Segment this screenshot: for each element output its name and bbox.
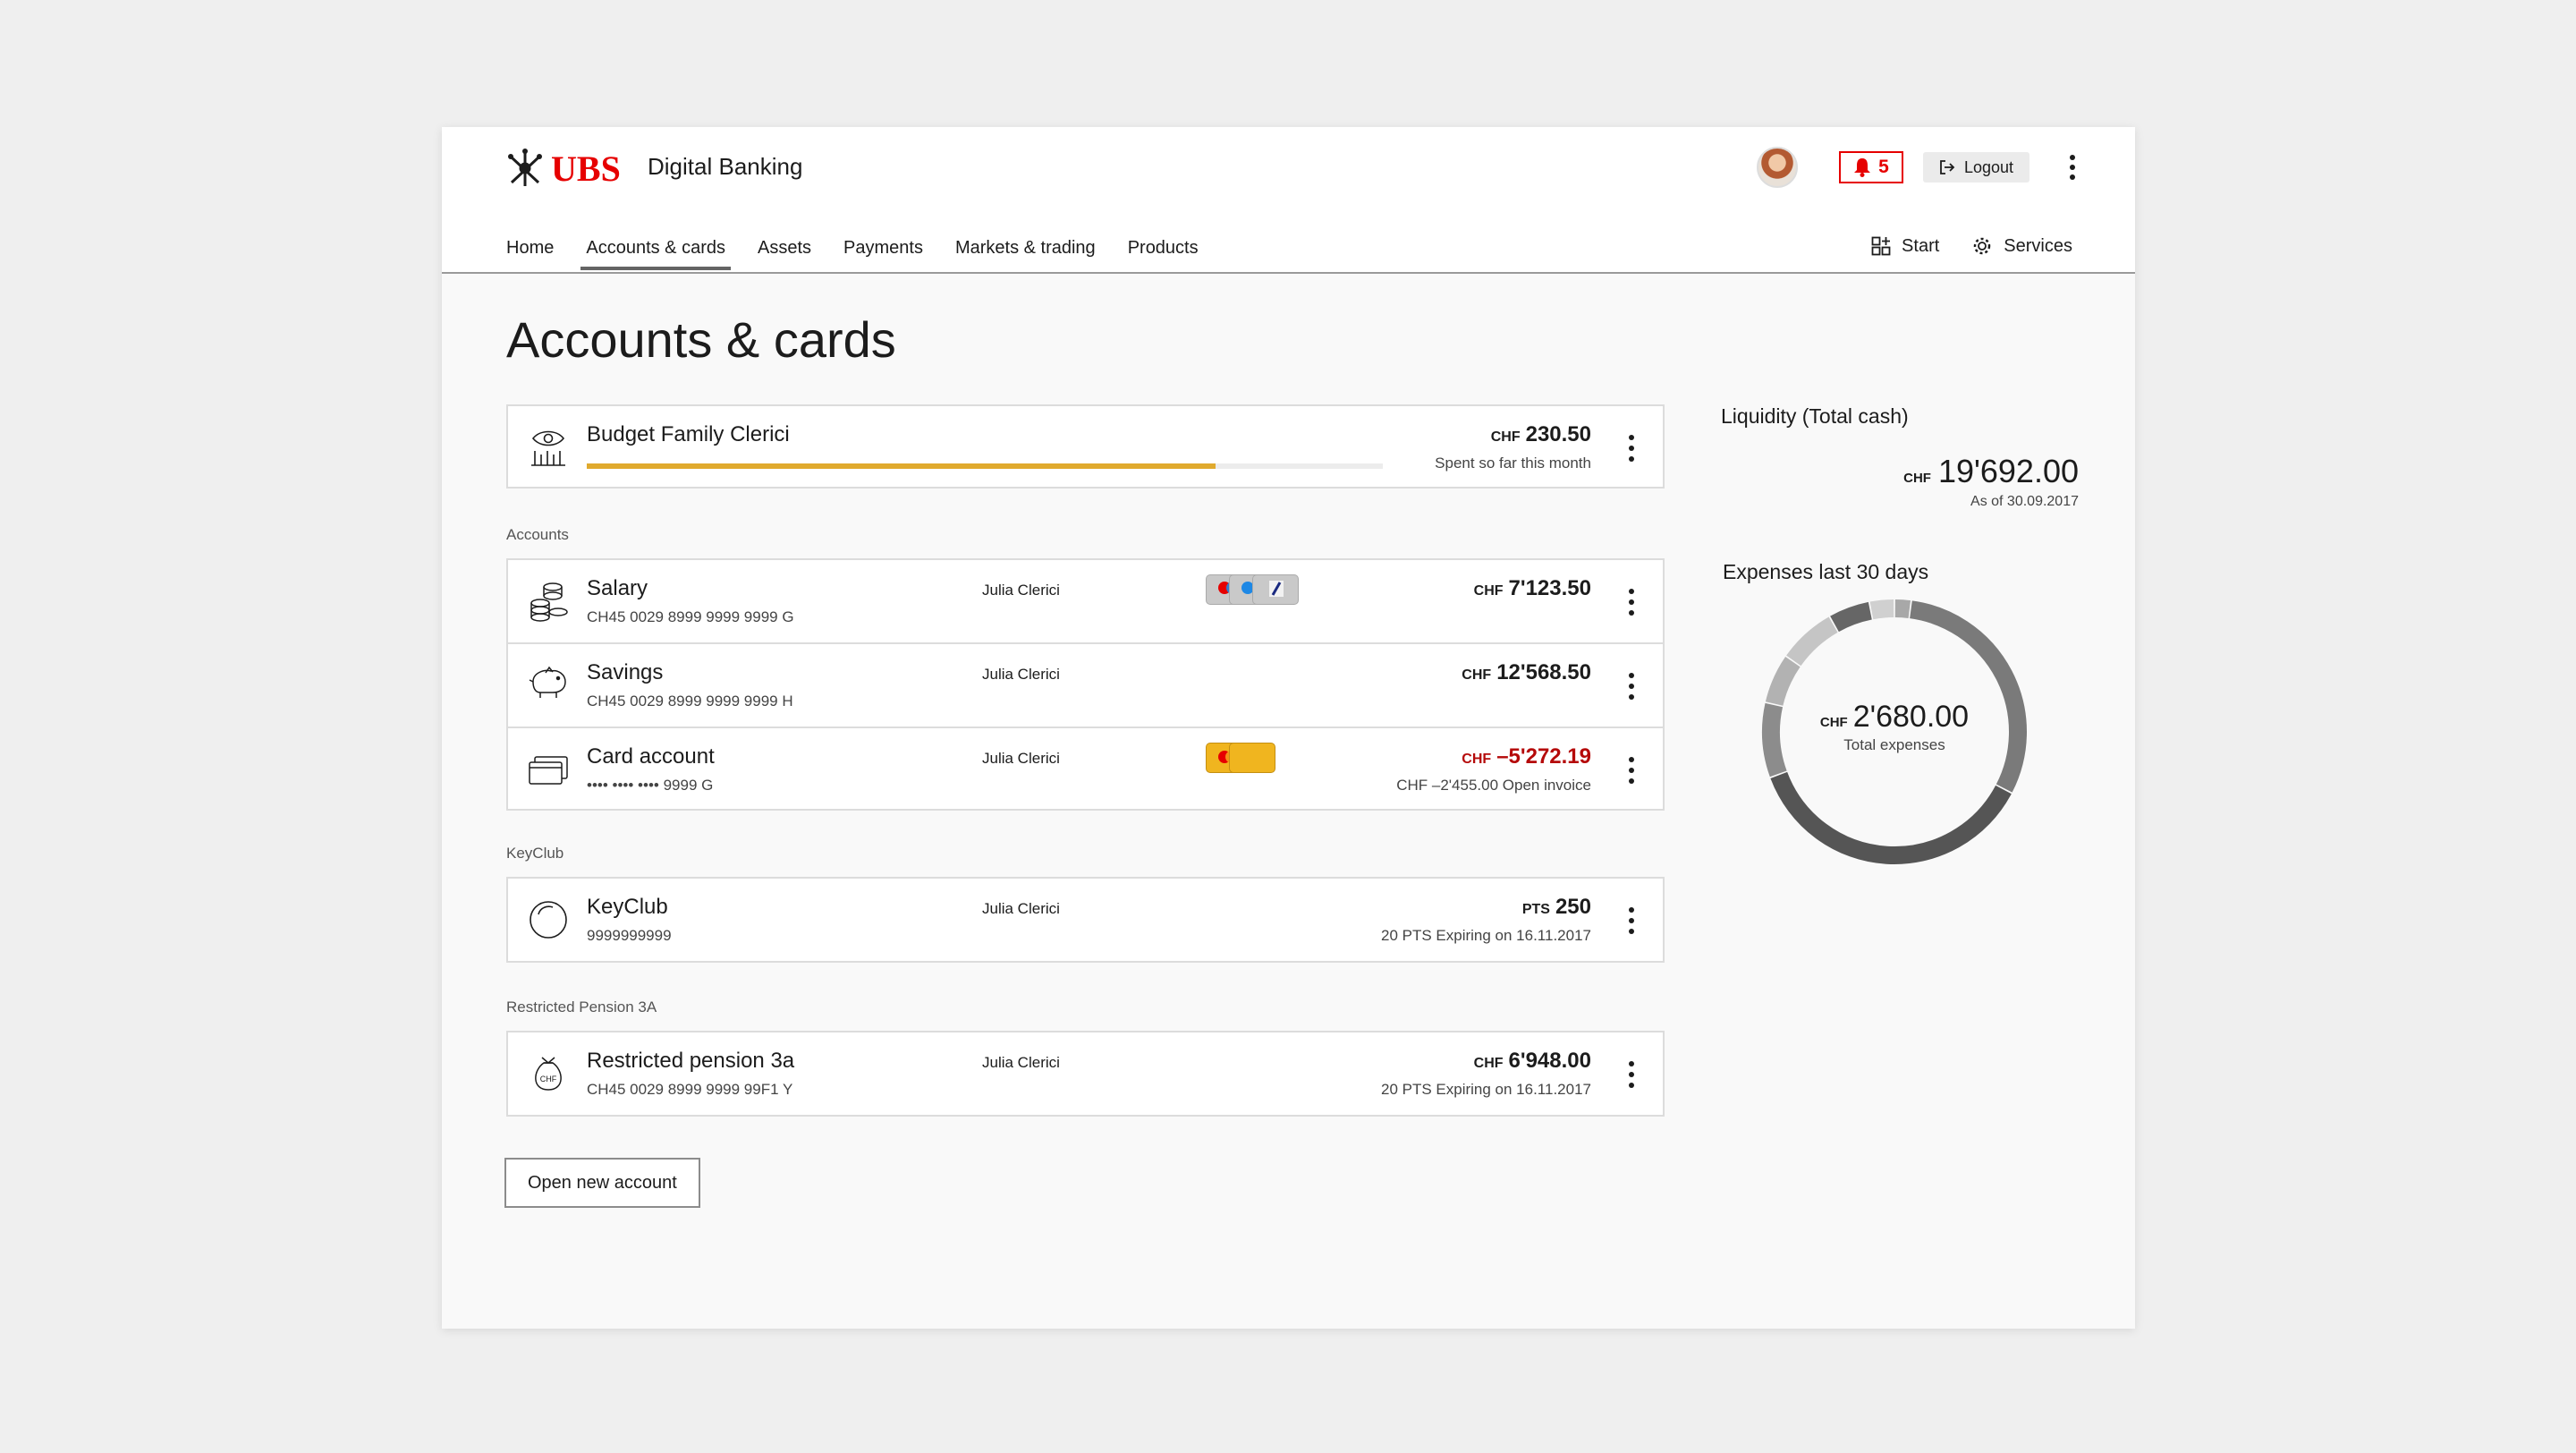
accounts-list: Salary CH45 0029 8999 9999 9999 G Julia … [506, 558, 1665, 811]
keyclub-card: KeyClub 9999999999 Julia Clerici PTS 250 … [506, 877, 1665, 963]
account-owner: Julia Clerici [982, 900, 1060, 917]
donut-segment-5[interactable] [1786, 616, 1838, 667]
nav-assets[interactable]: Assets [758, 238, 811, 268]
app-window: UBS Digital Banking 5 Logout Home Accoun… [442, 127, 2135, 1329]
account-row-keyclub[interactable]: KeyClub 9999999999 Julia Clerici PTS 250 … [508, 879, 1663, 963]
linked-cards[interactable] [1206, 743, 1275, 773]
pension-card: CHF Restricted pension 3a CH45 0029 8999… [506, 1031, 1665, 1117]
account-balance: CHF –5'272.19 [1462, 744, 1591, 769]
account-balance: CHF 7'123.50 [1473, 576, 1591, 600]
account-name: Card account [587, 744, 715, 769]
account-menu-icon[interactable] [1627, 1061, 1636, 1088]
account-menu-icon[interactable] [1627, 757, 1636, 784]
open-new-account-button[interactable]: Open new account [504, 1158, 700, 1208]
account-owner: Julia Clerici [982, 582, 1060, 599]
page-title: Accounts & cards [506, 311, 896, 368]
budget-note: Spent so far this month [1435, 455, 1591, 472]
start-button[interactable]: Start [1871, 236, 1939, 257]
visa-card-icon [1252, 574, 1299, 605]
budget-menu-icon[interactable] [1627, 435, 1636, 462]
keyclub-coin-icon [530, 901, 567, 939]
user-avatar[interactable] [1756, 147, 1798, 188]
donut-center: CHF 2'680.00 Total expenses [1760, 700, 2029, 754]
budget-amount: CHF 230.50 [1490, 422, 1591, 446]
piggy-bank-icon [529, 666, 566, 698]
account-iban: CH45 0029 8999 9999 9999 H [587, 693, 793, 710]
dashboard-icon [1871, 236, 1891, 256]
nav-accounts-cards[interactable]: Accounts & cards [580, 238, 731, 270]
section-label-accounts: Accounts [506, 526, 569, 543]
main-nav: Home Accounts & cards Assets Payments Ma… [506, 238, 1199, 270]
account-menu-icon[interactable] [1627, 907, 1636, 934]
notifications-button[interactable]: 5 [1838, 151, 1903, 183]
coins-icon [530, 582, 568, 622]
account-name: KeyClub [587, 895, 668, 919]
liquidity-amount: CHF 19'692.00 [1903, 453, 2079, 489]
budget-progress-fill [587, 463, 1216, 469]
account-menu-icon[interactable] [1627, 673, 1636, 700]
donut-segment-6[interactable] [1830, 601, 1873, 633]
credit-card-icon [529, 756, 568, 785]
donut-segment-7[interactable] [1869, 599, 1894, 620]
more-menu-icon[interactable] [2063, 152, 2081, 183]
expenses-title: Expenses last 30 days [1723, 560, 1929, 583]
top-bar: UBS Digital Banking 5 Logout Home Accoun… [442, 127, 2135, 274]
svg-text:CHF: CHF [540, 1075, 557, 1083]
budget-card[interactable]: Budget Family Clerici CHF 230.50 Spent so… [506, 404, 1665, 489]
product-name: Digital Banking [648, 153, 803, 180]
points-balance: PTS 250 [1521, 895, 1591, 919]
keys-logo-icon [508, 149, 542, 186]
mastercard-icon [1229, 743, 1275, 773]
donut-segment-2[interactable] [1770, 771, 2012, 864]
nav-payments[interactable]: Payments [843, 238, 923, 268]
nav-home[interactable]: Home [506, 238, 554, 268]
account-number: 9999999999 [587, 927, 672, 944]
account-balance: CHF 6'948.00 [1473, 1049, 1591, 1073]
account-owner: Julia Clerici [982, 1054, 1060, 1071]
money-bag-icon: CHF [535, 1057, 562, 1091]
section-label-pension: Restricted Pension 3A [506, 998, 657, 1015]
nav-products[interactable]: Products [1128, 238, 1199, 268]
account-name: Savings [587, 660, 664, 684]
liquidity-date: As of 30.09.2017 [1970, 494, 2079, 509]
total-expenses-amount: CHF 2'680.00 [1819, 700, 1970, 734]
account-row-salary[interactable]: Salary CH45 0029 8999 9999 9999 G Julia … [508, 560, 1663, 644]
total-expenses-label: Total expenses [1843, 736, 1945, 753]
account-name: Restricted pension 3a [587, 1049, 795, 1073]
account-card-number: •••• •••• •••• 9999 G [587, 777, 714, 794]
bell-icon [1854, 158, 1871, 177]
gear-icon [1974, 237, 1991, 255]
donut-segment-4[interactable] [1765, 657, 1801, 707]
account-owner: Julia Clerici [982, 750, 1060, 767]
liquidity-title: Liquidity (Total cash) [1721, 404, 1909, 428]
points-expiry-note: 20 PTS Expiring on 16.11.2017 [1380, 927, 1591, 944]
logo-text: UBS [551, 148, 621, 189]
services-label: Services [2004, 235, 2072, 256]
budget-eye-icon [531, 430, 565, 466]
linked-cards[interactable] [1206, 574, 1299, 605]
logout-label: Logout [1963, 157, 2013, 176]
account-menu-icon[interactable] [1627, 589, 1636, 616]
nav-markets-trading[interactable]: Markets & trading [955, 238, 1096, 268]
pension-note: 20 PTS Expiring on 16.11.2017 [1380, 1081, 1591, 1098]
ubs-logo[interactable]: UBS [504, 147, 621, 190]
account-row-pension[interactable]: CHF Restricted pension 3a CH45 0029 8999… [508, 1032, 1663, 1117]
section-label-keyclub: KeyClub [506, 845, 564, 862]
account-owner: Julia Clerici [982, 666, 1060, 683]
account-name: Salary [587, 576, 648, 600]
open-invoice-note: CHF –2'455.00 Open invoice [1396, 777, 1591, 794]
account-row-card-account[interactable]: Card account •••• •••• •••• 9999 G Julia… [508, 728, 1663, 812]
account-row-savings[interactable]: Savings CH45 0029 8999 9999 9999 H Julia… [508, 644, 1663, 728]
donut-segment-0[interactable] [1894, 599, 1911, 618]
notifications-count: 5 [1878, 157, 1889, 177]
logout-icon [1940, 160, 1955, 174]
logout-button[interactable]: Logout [1922, 152, 2029, 183]
account-iban: CH45 0029 8999 9999 99F1 Y [587, 1081, 793, 1098]
account-balance: CHF 12'568.50 [1462, 660, 1591, 684]
budget-progress-bar [587, 463, 1383, 469]
budget-name: Budget Family Clerici [587, 422, 790, 446]
start-label: Start [1902, 235, 1940, 256]
services-button[interactable]: Services [1971, 235, 2072, 257]
account-iban: CH45 0029 8999 9999 9999 G [587, 608, 794, 625]
